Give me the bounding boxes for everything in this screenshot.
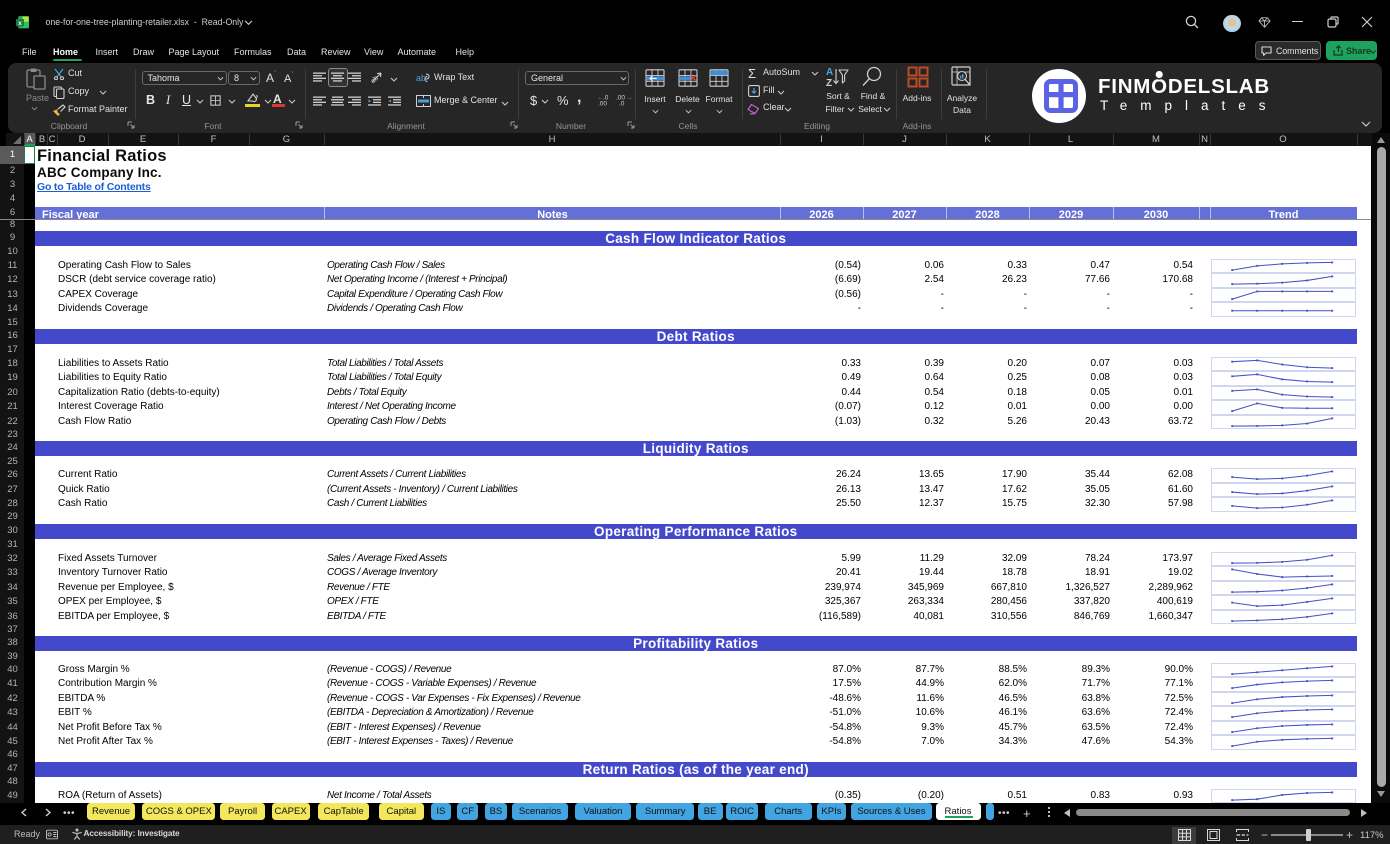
- svg-text:.0: .0: [619, 101, 625, 107]
- svg-text:ab: ab: [416, 73, 426, 83]
- svg-text:.00: .00: [598, 101, 607, 107]
- svg-text:Z: Z: [826, 78, 832, 88]
- svg-text:→: →: [626, 95, 633, 102]
- svg-text:x: x: [18, 20, 22, 27]
- svg-text:A: A: [826, 67, 833, 78]
